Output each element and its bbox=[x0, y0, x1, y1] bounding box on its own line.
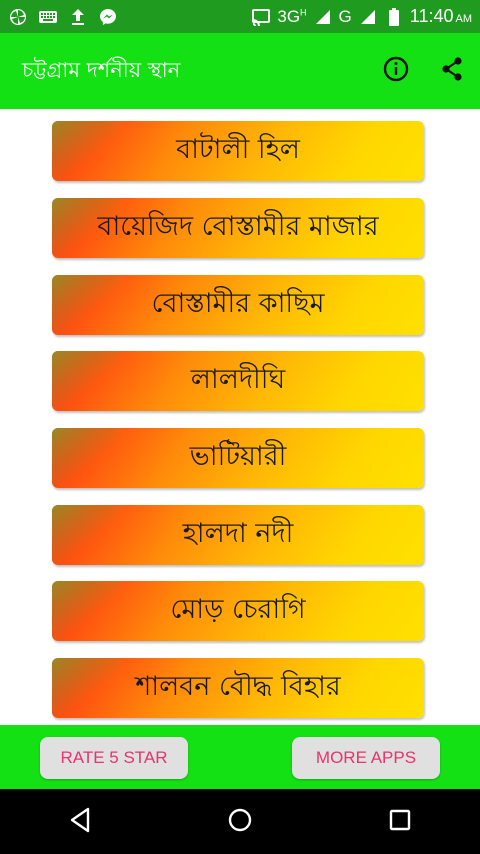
signal-icon bbox=[313, 7, 333, 27]
info-button[interactable] bbox=[368, 43, 424, 99]
upload-icon bbox=[68, 7, 88, 27]
network-type-label: 3GH bbox=[277, 6, 307, 26]
app-bar: চট্টগ্রাম দর্শনীয় স্থান bbox=[0, 33, 480, 109]
list-item-bostami-turtle[interactable]: বোস্তামীর কাছিম bbox=[52, 275, 424, 335]
list-item-bhatiari[interactable]: ভাটিয়ারী bbox=[52, 428, 424, 488]
list-item-label: লালদীঘি bbox=[190, 363, 286, 395]
info-icon bbox=[383, 56, 409, 86]
list-item-label: বাটালী হিল bbox=[176, 133, 300, 165]
share-icon bbox=[440, 56, 464, 86]
recents-square-icon bbox=[388, 808, 412, 836]
more-apps-button[interactable]: MORE APPS bbox=[292, 737, 440, 779]
list-item-label: বোস্তামীর কাছিম bbox=[151, 287, 325, 319]
bottom-action-bar: RATE 5 STAR MORE APPS bbox=[0, 725, 480, 789]
list-item-shalbon-vihara[interactable]: শালবন বৌদ্ধ বিহার bbox=[52, 658, 424, 718]
recents-button[interactable] bbox=[360, 794, 440, 850]
keyboard-icon bbox=[38, 7, 58, 27]
rate-5-star-button[interactable]: RATE 5 STAR bbox=[40, 737, 188, 779]
cast-icon bbox=[251, 7, 271, 27]
network2-type-label: G bbox=[338, 6, 352, 26]
list-item-laldighi[interactable]: লালদীঘি bbox=[52, 351, 424, 411]
list-item-label: ভাটিয়ারী bbox=[189, 440, 287, 472]
battery-icon bbox=[384, 7, 404, 27]
list-item-label: শালবন বৌদ্ধ বিহার bbox=[135, 670, 341, 702]
system-nav-bar bbox=[0, 789, 480, 854]
list-item-mor-cheragi[interactable]: মোড় চেরাগি bbox=[52, 581, 424, 641]
share-button[interactable] bbox=[424, 43, 480, 99]
list-item-label: মোড় চেরাগি bbox=[170, 593, 306, 625]
home-button[interactable] bbox=[200, 794, 280, 850]
back-button[interactable] bbox=[40, 794, 120, 850]
app-title: চট্টগ্রাম দর্শনীয় স্থান bbox=[22, 57, 181, 82]
list-item-label: হালদা নদী bbox=[182, 517, 294, 549]
places-list: বাটালী হিল বায়েজিদ বোস্তামীর মাজার বোস্… bbox=[0, 109, 480, 725]
messenger-icon bbox=[98, 7, 118, 27]
clock: 11:40 AM bbox=[409, 6, 472, 26]
status-bar: 3GH G 11:40 AM bbox=[0, 0, 480, 33]
signal2-icon bbox=[358, 7, 378, 27]
list-item-label: বায়েজিদ বোস্তামীর মাজার bbox=[97, 210, 379, 242]
list-item-batali-hill[interactable]: বাটালী হিল bbox=[52, 121, 424, 181]
back-triangle-icon bbox=[68, 807, 92, 837]
home-circle-icon bbox=[227, 807, 253, 837]
list-item-bayezid-bostami-mazar[interactable]: বায়েজিদ বোস্তামীর মাজার bbox=[52, 198, 424, 258]
pinwheel-app-icon bbox=[8, 7, 28, 27]
list-item-halda-river[interactable]: হালদা নদী bbox=[52, 505, 424, 565]
